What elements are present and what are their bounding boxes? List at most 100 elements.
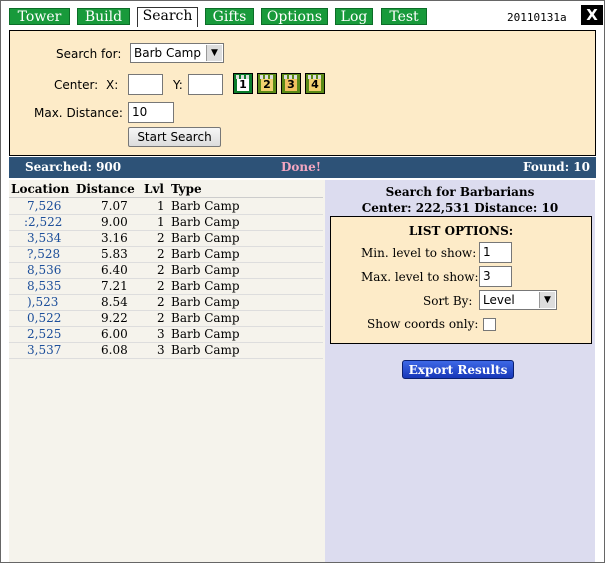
type-cell: Barb Camp <box>171 279 240 293</box>
sort-by-value: Level <box>483 293 515 307</box>
type-cell: Barb Camp <box>171 247 240 261</box>
export-results-button[interactable]: Export Results <box>402 360 514 379</box>
distance-cell: 8.54 <box>101 295 128 309</box>
location-link[interactable]: ),523 <box>27 295 58 309</box>
location-link[interactable]: :2,522 <box>24 215 62 229</box>
summary-title: Search for Barbarians <box>385 185 535 199</box>
search-for-value: Barb Camp <box>134 46 201 60</box>
tab-gifts[interactable]: Gifts <box>205 8 254 25</box>
start-search-button[interactable]: Start Search <box>128 127 221 147</box>
distance-cell: 7.21 <box>101 279 128 293</box>
tab-test[interactable]: Test <box>381 8 427 25</box>
tower-2-button[interactable]: 2 <box>257 73 277 94</box>
min-level-input[interactable]: 1 <box>479 242 512 263</box>
done-status: Done! <box>281 160 322 174</box>
y-label: Y: <box>173 78 183 92</box>
table-row: 3,537 6.08 3 Barb Camp <box>9 342 323 359</box>
column-header-distance: Distance <box>76 182 135 196</box>
table-row: ),523 8.54 2 Barb Camp <box>9 294 323 311</box>
type-cell: Barb Camp <box>171 343 240 357</box>
searched-count: Searched: 900 <box>25 160 122 174</box>
distance-cell: 3.16 <box>101 231 128 245</box>
max-distance-input[interactable]: 10 <box>128 102 174 123</box>
x-coordinate-input[interactable] <box>128 74 163 95</box>
table-row: 0,522 9.22 2 Barb Camp <box>9 310 323 327</box>
table-row: 3,534 3.16 2 Barb Camp <box>9 230 323 247</box>
tower-1-button[interactable]: 1 <box>233 73 253 94</box>
list-options-title: LIST OPTIONS: <box>408 224 514 238</box>
max-level-label: Max. level to show: <box>361 270 479 284</box>
results-summary-pane: Search for Barbarians Center: 222,531 Di… <box>325 180 595 562</box>
table-row: ?,528 5.83 2 Barb Camp <box>9 246 323 263</box>
type-cell: Barb Camp <box>171 263 240 277</box>
column-header-type: Type <box>171 182 202 196</box>
status-bar: Searched: 900 Done! Found: 10 <box>9 157 596 178</box>
min-level-label: Min. level to show: <box>361 246 477 260</box>
sort-by-label: Sort By: <box>423 294 473 308</box>
level-cell: 2 <box>157 263 165 277</box>
level-cell: 1 <box>157 215 165 229</box>
sort-by-select[interactable]: Level ▼ <box>479 290 557 310</box>
max-level-input[interactable]: 3 <box>479 266 512 287</box>
search-panel: Search for: Barb Camp ▼ Center: X: Y: 1 … <box>9 30 596 156</box>
version-label: 20110131a <box>507 11 567 24</box>
tower-3-button[interactable]: 3 <box>281 73 301 94</box>
distance-cell: 6.08 <box>101 343 128 357</box>
tab-build[interactable]: Build <box>77 8 130 25</box>
column-header-location: Location <box>11 182 70 196</box>
type-cell: Barb Camp <box>171 215 240 229</box>
distance-cell: 7.07 <box>101 199 128 213</box>
distance-cell: 6.40 <box>101 263 128 277</box>
chevron-down-icon: ▼ <box>206 45 222 61</box>
location-link[interactable]: 8,536 <box>27 263 61 277</box>
location-link[interactable]: ?,528 <box>27 247 60 261</box>
level-cell: 2 <box>157 231 165 245</box>
search-for-select[interactable]: Barb Camp ▼ <box>130 43 224 63</box>
level-cell: 3 <box>157 343 165 357</box>
list-options-panel: LIST OPTIONS: Min. level to show: 1 Max.… <box>330 216 592 344</box>
location-link[interactable]: 3,537 <box>27 343 61 357</box>
show-coords-checkbox[interactable] <box>483 318 496 331</box>
show-coords-label: Show coords only: <box>367 317 479 331</box>
tower-number-label: 3 <box>285 79 297 91</box>
center-label: Center: <box>54 78 99 92</box>
table-row: 8,536 6.40 2 Barb Camp <box>9 262 323 279</box>
location-link[interactable]: 2,525 <box>27 327 61 341</box>
location-link[interactable]: 3,534 <box>27 231 61 245</box>
tab-tower[interactable]: Tower <box>9 8 70 25</box>
level-cell: 2 <box>157 279 165 293</box>
summary-center-distance: Center: 222,531 Distance: 10 <box>361 201 559 215</box>
location-link[interactable]: 0,522 <box>27 311 61 325</box>
close-button[interactable]: X <box>581 5 603 25</box>
tab-search[interactable]: Search <box>137 7 198 27</box>
type-cell: Barb Camp <box>171 311 240 325</box>
location-link[interactable]: 8,535 <box>27 279 61 293</box>
table-row: 2,525 6.00 3 Barb Camp <box>9 326 323 343</box>
distance-cell: 5.83 <box>101 247 128 261</box>
location-link[interactable]: 7,526 <box>27 199 61 213</box>
tab-options[interactable]: Options <box>261 8 328 25</box>
chevron-down-icon: ▼ <box>539 292 555 308</box>
x-label: X: <box>106 78 119 92</box>
type-cell: Barb Camp <box>171 231 240 245</box>
max-distance-label: Max. Distance: <box>34 106 123 120</box>
column-header-level: Lvl <box>144 182 164 196</box>
table-row: 8,535 7.21 2 Barb Camp <box>9 278 323 295</box>
distance-cell: 6.00 <box>101 327 128 341</box>
results-table: Location Distance Lvl Type 7,526 7.07 1 … <box>9 180 325 562</box>
distance-cell: 9.00 <box>101 215 128 229</box>
tower-4-button[interactable]: 4 <box>305 73 325 94</box>
tower-number-label: 1 <box>237 79 249 91</box>
search-for-label: Search for: <box>56 47 122 61</box>
level-cell: 2 <box>157 247 165 261</box>
y-coordinate-input[interactable] <box>188 74 223 95</box>
type-cell: Barb Camp <box>171 295 240 309</box>
type-cell: Barb Camp <box>171 199 240 213</box>
tab-log[interactable]: Log <box>335 8 373 25</box>
level-cell: 2 <box>157 311 165 325</box>
level-cell: 2 <box>157 295 165 309</box>
tower-number-label: 4 <box>309 79 321 91</box>
tower-number-label: 2 <box>261 79 273 91</box>
level-cell: 1 <box>157 199 165 213</box>
tab-bar: Tower Build Search Gifts Options Log Tes… <box>1 1 604 27</box>
